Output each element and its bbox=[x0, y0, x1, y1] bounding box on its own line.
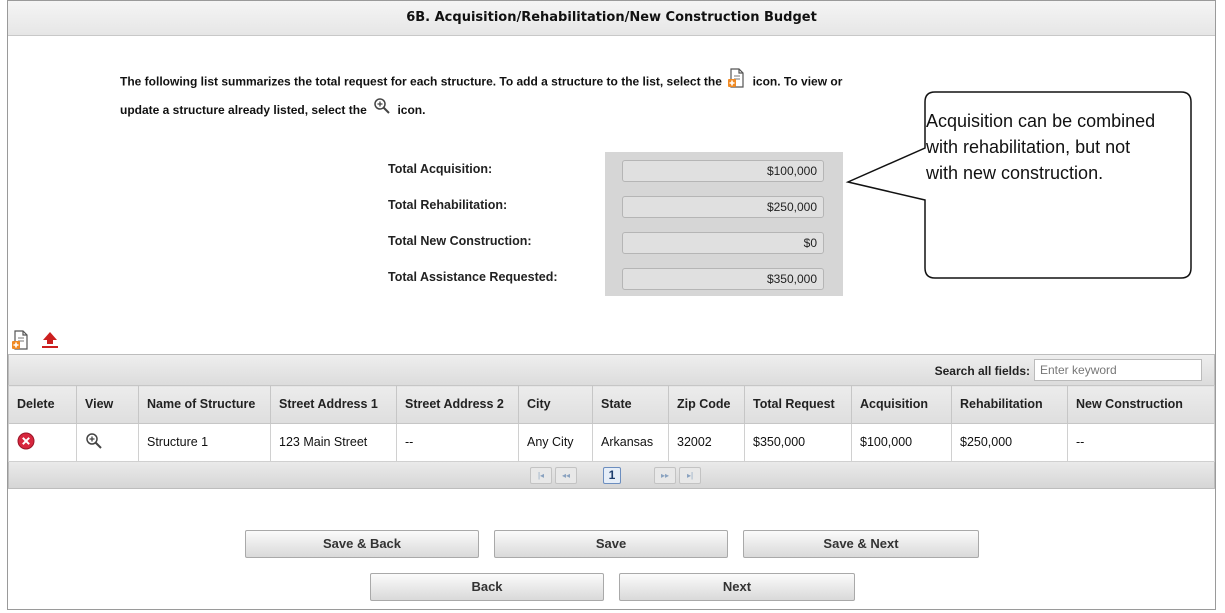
structures-grid: Search all fields: Delete View Name of S… bbox=[8, 354, 1215, 489]
add-document-icon[interactable] bbox=[12, 330, 30, 355]
page-number[interactable]: 1 bbox=[603, 467, 621, 484]
col-state[interactable]: State bbox=[592, 385, 669, 424]
cell-zip: 32002 bbox=[668, 423, 745, 462]
total-rehabilitation-field: $250,000 bbox=[622, 196, 824, 218]
search-label: Search all fields: bbox=[934, 364, 1030, 378]
col-zip[interactable]: Zip Code bbox=[668, 385, 745, 424]
next-page-button[interactable]: ▸▸ bbox=[654, 467, 676, 484]
delete-icon[interactable] bbox=[17, 432, 35, 453]
structures-table: Delete View Name of Structure Street Add… bbox=[8, 385, 1215, 462]
total-acquisition-field: $100,000 bbox=[622, 160, 824, 182]
page-title: 6B. Acquisition/Rehabilitation/New Const… bbox=[8, 1, 1215, 36]
search-bar: Search all fields: bbox=[8, 354, 1215, 385]
intro-part3: icon. bbox=[397, 103, 426, 117]
save-button[interactable]: Save bbox=[494, 530, 728, 558]
magnifier-plus-icon bbox=[373, 97, 391, 124]
cell-acquisition: $100,000 bbox=[851, 423, 952, 462]
col-delete[interactable]: Delete bbox=[8, 385, 77, 424]
intro-part1: The following list summarizes the total … bbox=[120, 74, 722, 89]
table-header-row: Delete View Name of Structure Street Add… bbox=[8, 385, 1215, 424]
col-street1[interactable]: Street Address 1 bbox=[270, 385, 397, 424]
prev-page-button[interactable]: ◂◂ bbox=[555, 467, 577, 484]
col-rehabilitation[interactable]: Rehabilitation bbox=[951, 385, 1068, 424]
total-acquisition-label: Total Acquisition: bbox=[388, 162, 493, 176]
cell-name: Structure 1 bbox=[138, 423, 271, 462]
col-name[interactable]: Name of Structure bbox=[138, 385, 271, 424]
save-next-button[interactable]: Save & Next bbox=[743, 530, 979, 558]
col-total[interactable]: Total Request bbox=[744, 385, 852, 424]
callout-text: Acquisition can be combined with rehabil… bbox=[926, 111, 1156, 183]
total-new-construction-field: $0 bbox=[622, 232, 824, 254]
view-cell bbox=[76, 423, 139, 462]
cell-total: $350,000 bbox=[744, 423, 852, 462]
col-street2[interactable]: Street Address 2 bbox=[396, 385, 519, 424]
col-acquisition[interactable]: Acquisition bbox=[851, 385, 952, 424]
cell-city: Any City bbox=[518, 423, 593, 462]
totals-panel: $100,000 $250,000 $0 $350,000 bbox=[605, 152, 843, 296]
cell-state: Arkansas bbox=[592, 423, 669, 462]
col-view[interactable]: View bbox=[76, 385, 139, 424]
col-new-construction[interactable]: New Construction bbox=[1067, 385, 1215, 424]
table-row: Structure 1 123 Main Street -- Any City … bbox=[8, 423, 1215, 462]
search-input[interactable] bbox=[1034, 359, 1202, 381]
cell-new-construction: -- bbox=[1067, 423, 1215, 462]
pager: |◂ ◂◂ 1 ▸▸ ▸| bbox=[8, 462, 1215, 489]
first-page-button[interactable]: |◂ bbox=[530, 467, 552, 484]
last-page-button[interactable]: ▸| bbox=[679, 467, 701, 484]
col-city[interactable]: City bbox=[518, 385, 593, 424]
cell-street1: 123 Main Street bbox=[270, 423, 397, 462]
intro-text: The following list summarizes the total … bbox=[120, 68, 880, 124]
total-new-construction-label: Total New Construction: bbox=[388, 234, 532, 248]
add-document-icon bbox=[728, 68, 746, 97]
delete-cell bbox=[8, 423, 77, 462]
total-assistance-label: Total Assistance Requested: bbox=[388, 270, 558, 284]
total-assistance-field: $350,000 bbox=[622, 268, 824, 290]
save-back-button[interactable]: Save & Back bbox=[245, 530, 479, 558]
cell-rehabilitation: $250,000 bbox=[951, 423, 1068, 462]
cell-street2: -- bbox=[396, 423, 519, 462]
view-icon[interactable] bbox=[85, 432, 103, 453]
total-rehabilitation-label: Total Rehabilitation: bbox=[388, 198, 508, 212]
back-button[interactable]: Back bbox=[370, 573, 604, 601]
next-button[interactable]: Next bbox=[619, 573, 855, 601]
export-icon[interactable] bbox=[40, 331, 60, 354]
